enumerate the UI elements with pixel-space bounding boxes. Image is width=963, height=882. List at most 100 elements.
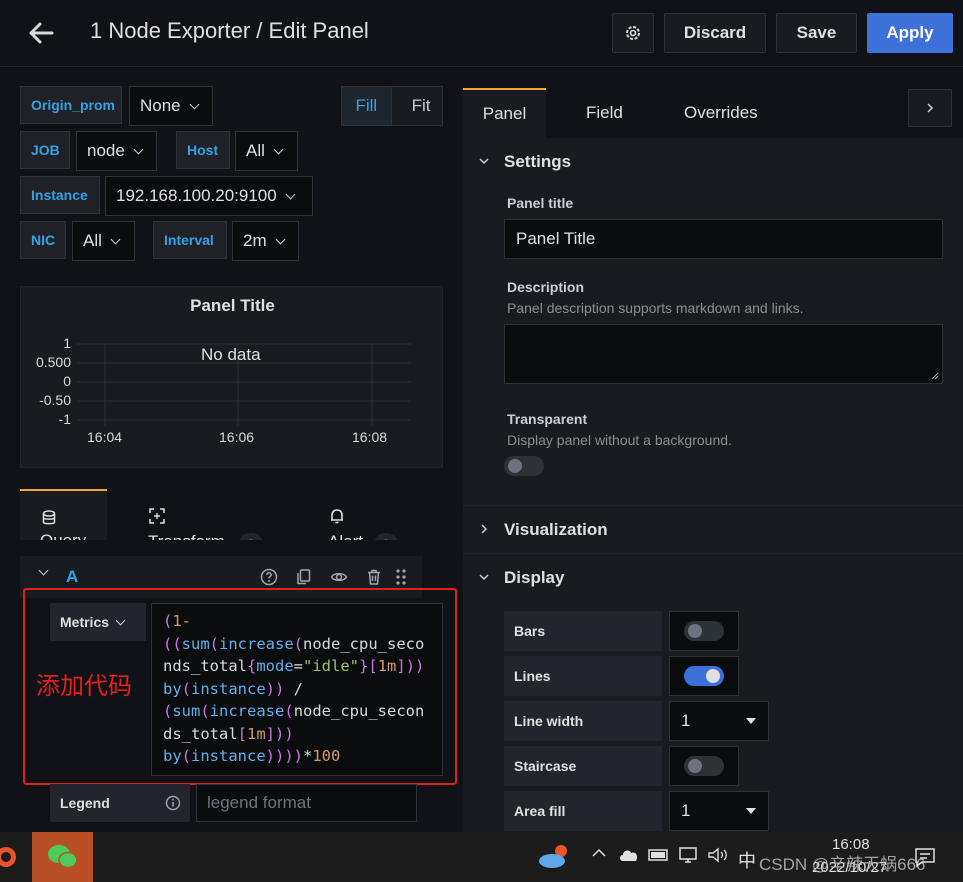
notification-icon[interactable] <box>914 846 936 868</box>
variable-value: 2m <box>243 231 267 250</box>
y-tick-label: 1 <box>63 335 71 351</box>
variable-label-job: JOB <box>20 131 70 169</box>
variable-label-origin-prom: Origin_prom <box>20 86 122 124</box>
chevron-down-icon <box>189 99 200 109</box>
staircase-toggle[interactable] <box>684 756 724 776</box>
annotation-label: 添加代码 <box>36 673 132 700</box>
panel-settings-button[interactable] <box>612 13 654 53</box>
resize-handle-icon[interactable] <box>931 372 939 380</box>
visualization-section-header[interactable]: Visualization <box>504 520 608 540</box>
divider <box>463 553 963 554</box>
variable-value: None <box>140 96 181 115</box>
chevron-up-icon[interactable] <box>590 844 608 866</box>
no-data-message: No data <box>201 345 261 364</box>
tab-query[interactable]: Query <box>20 489 107 543</box>
tab-panel[interactable]: Panel <box>463 88 546 138</box>
cloud-icon[interactable] <box>618 847 640 863</box>
bars-toggle-box <box>669 611 739 651</box>
y-tick-label: 0.500 <box>35 354 71 370</box>
duplicate-icon[interactable] <box>295 568 313 586</box>
arrow-left-icon[interactable] <box>26 18 56 48</box>
discard-button[interactable]: Discard <box>664 13 766 53</box>
help-icon[interactable] <box>260 568 278 586</box>
bars-toggle[interactable] <box>684 621 724 641</box>
variable-select-nic[interactable]: All <box>72 221 135 261</box>
eye-icon[interactable] <box>330 568 348 586</box>
apply-button[interactable]: Apply <box>867 13 953 53</box>
chevron-down-icon[interactable] <box>478 571 490 583</box>
wechat-icon <box>48 845 78 869</box>
transparent-toggle[interactable] <box>504 456 544 476</box>
chevron-down-icon <box>110 234 121 244</box>
panel-title-label: Panel title <box>507 195 574 211</box>
lines-label: Lines <box>504 656 662 696</box>
x-tick-label: 16:08 <box>352 429 388 445</box>
area-fill-value: 1 <box>681 801 691 820</box>
description-textarea[interactable] <box>504 324 943 384</box>
lines-toggle-box <box>669 656 739 696</box>
wechat-taskbar-button[interactable] <box>32 832 93 882</box>
line-width-select[interactable]: 1 <box>669 701 769 741</box>
y-tick-label: 0 <box>63 373 71 389</box>
weather-icon[interactable] <box>537 842 573 870</box>
caret-down-icon <box>746 718 756 724</box>
app-icon[interactable] <box>0 844 22 870</box>
chevron-down-icon[interactable] <box>478 155 490 167</box>
description-hint: Panel description supports markdown and … <box>507 300 804 316</box>
chevron-right-icon[interactable] <box>478 523 490 535</box>
view-mode-toggle: Fill Fit <box>341 86 443 126</box>
query-ref-id[interactable]: A <box>66 567 78 587</box>
divider <box>463 505 963 506</box>
variable-value: node <box>87 141 125 160</box>
top-bar: 1 Node Exporter / Edit Panel Discard Sav… <box>0 0 963 67</box>
drag-handle-icon[interactable] <box>392 568 410 586</box>
legend-format-input[interactable]: legend format <box>196 784 417 822</box>
variable-value: 192.168.100.20:9100 <box>116 186 277 205</box>
fill-mode-button[interactable]: Fill <box>342 87 392 125</box>
display-section-header[interactable]: Display <box>504 568 564 588</box>
network-icon[interactable] <box>678 846 700 864</box>
tab-overrides[interactable]: Overrides <box>684 88 758 138</box>
chevron-right-icon <box>927 103 934 113</box>
caret-down-icon <box>746 808 756 814</box>
panel-title-input[interactable]: Panel Title <box>504 219 943 259</box>
area-fill-select[interactable]: 1 <box>669 791 769 831</box>
legend-label-text: Legend <box>60 795 110 811</box>
variable-label-interval: Interval <box>153 221 227 259</box>
variable-select-host[interactable]: All <box>235 131 298 171</box>
chevron-down-icon <box>273 144 284 154</box>
transform-icon <box>149 508 165 524</box>
bars-label: Bars <box>504 611 662 651</box>
chevron-down-icon <box>285 189 296 199</box>
variable-select-interval[interactable]: 2m <box>232 221 299 261</box>
collapse-options-button[interactable] <box>908 89 952 127</box>
watermark: CSDN @辛辣天蜗666 <box>759 855 926 874</box>
chevron-down-icon <box>133 144 144 154</box>
tab-field[interactable]: Field <box>586 88 623 138</box>
os-taskbar: 中 16:08 2022/10/27 CSDN @辛辣天蜗666 <box>0 832 963 882</box>
battery-icon[interactable] <box>648 847 670 863</box>
ime-indicator[interactable]: 中 <box>738 847 756 873</box>
lines-toggle[interactable] <box>684 666 724 686</box>
variable-value: All <box>246 141 265 160</box>
trash-icon[interactable] <box>365 568 383 586</box>
variable-label-host: Host <box>176 131 230 169</box>
variable-select-job[interactable]: node <box>76 131 157 171</box>
variable-select-origin-prom[interactable]: None <box>129 86 213 126</box>
transparent-label: Transparent <box>507 411 588 427</box>
panel-preview: Panel Title 1 0.500 0 -0.50 -1 16:04 16:… <box>20 286 443 468</box>
line-width-value: 1 <box>681 711 691 730</box>
variable-select-instance[interactable]: 192.168.100.20:9100 <box>105 176 313 216</box>
database-icon <box>42 510 56 525</box>
fit-mode-button[interactable]: Fit <box>392 87 442 125</box>
settings-section-header[interactable]: Settings <box>504 152 571 172</box>
save-button[interactable]: Save <box>776 13 857 53</box>
staircase-label: Staircase <box>504 746 662 786</box>
gear-icon <box>626 26 640 40</box>
chevron-down-icon <box>275 234 286 244</box>
y-tick-label: -0.50 <box>39 392 71 408</box>
volume-icon[interactable] <box>707 846 729 864</box>
chevron-down-icon[interactable] <box>38 565 49 576</box>
variable-value: All <box>83 231 102 250</box>
variable-label-instance: Instance <box>20 176 100 214</box>
